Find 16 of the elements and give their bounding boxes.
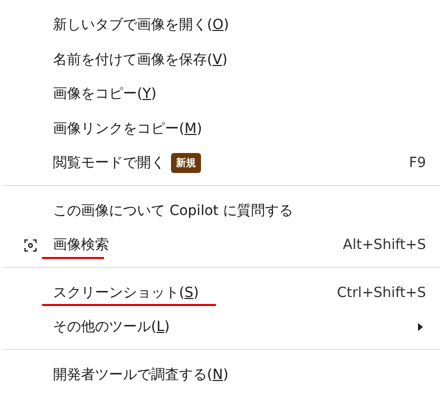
menu-item[interactable]: その他のツール(L) [0, 310, 440, 344]
shortcut-text: Alt+Shift+S [342, 237, 426, 254]
menu-item[interactable]: 開発者ツールで調査する(N) [0, 358, 440, 392]
shortcut-text: F9 [409, 155, 426, 172]
menu-item[interactable]: 画像をコピー(Y) [0, 77, 440, 112]
menu-item[interactable]: 画像検索 Alt+Shift+S [0, 228, 440, 262]
visual-search-icon [24, 238, 37, 252]
menu-item[interactable]: 画像リンクをコピー(M) [0, 112, 440, 146]
submenu-arrow-icon [417, 322, 424, 332]
menu-item[interactable]: スクリーンショット(S) Ctrl+Shift+S [0, 276, 440, 310]
shortcut-text: Ctrl+Shift+S [336, 284, 426, 301]
menu-item[interactable]: 閲覧モードで開く 新規 F9 [0, 146, 440, 180]
menu-item[interactable]: 名前を付けて画像を保存(V) [0, 42, 440, 77]
menu-item[interactable]: 新しいタブで画像を開く(O) [0, 8, 440, 42]
new-badge: 新規 [171, 153, 201, 174]
menu-item[interactable]: この画像について Copilot に質問する [0, 194, 440, 228]
